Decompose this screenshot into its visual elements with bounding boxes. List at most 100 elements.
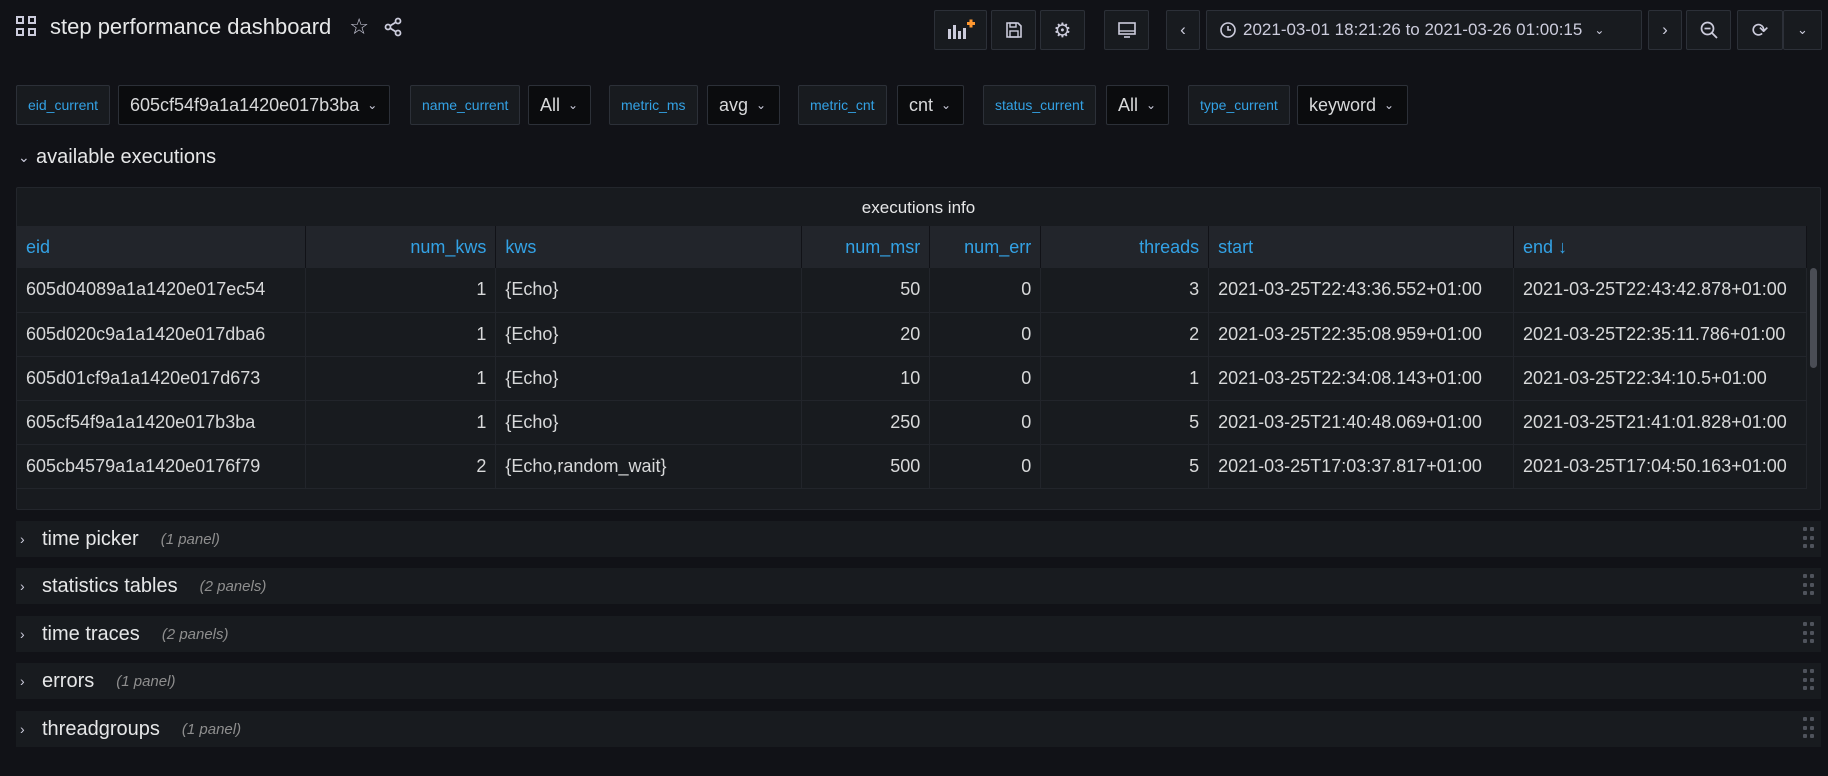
panel-title[interactable]: executions info <box>17 188 1820 226</box>
add-panel-icon <box>947 19 975 39</box>
column-header-num-kws[interactable]: num_kws <box>305 226 497 268</box>
column-header-kws[interactable]: kws <box>495 226 803 268</box>
cell-num-kws: 2 <box>305 444 497 489</box>
cell-end: 2021-03-25T22:43:42.878+01:00 <box>1513 268 1807 313</box>
cell-num-kws: 1 <box>305 268 497 313</box>
settings-button[interactable]: ⚙ <box>1040 10 1085 50</box>
row-title: errors <box>42 669 95 692</box>
column-header-start[interactable]: start <box>1208 226 1515 268</box>
cell-threads: 5 <box>1040 444 1210 489</box>
table-row: 605d04089a1a1420e017ec54 1 {Echo} 50 0 3… <box>17 268 1807 313</box>
variable-select-metric-cnt[interactable]: cnt ⌄ <box>897 85 964 125</box>
row-header-errors[interactable]: › errors (1 panel) <box>16 663 1821 699</box>
variable-select-name-current[interactable]: All ⌄ <box>528 85 591 125</box>
cell-start: 2021-03-25T22:34:08.143+01:00 <box>1208 356 1515 401</box>
chevron-right-icon: › <box>1662 20 1668 39</box>
time-shift-forward-button[interactable]: › <box>1648 10 1682 50</box>
row-title: time traces <box>42 622 140 645</box>
variable-select-type-current[interactable]: keyword ⌄ <box>1297 85 1408 125</box>
zoom-out-button[interactable] <box>1686 10 1731 50</box>
chevron-down-icon: ⌄ <box>1594 23 1605 37</box>
column-header-label: end <box>1523 236 1554 257</box>
variable-label-metric-cnt: metric_cnt <box>798 85 887 125</box>
gear-icon: ⚙ <box>1053 19 1072 42</box>
executions-info-panel: executions info eid num_kws kws num_msr … <box>16 187 1821 510</box>
time-picker-button[interactable]: 2021-03-01 18:21:26 to 2021-03-26 01:00:… <box>1206 10 1642 50</box>
variable-select-eid-current[interactable]: 605cf54f9a1a1420e017b3ba ⌄ <box>118 85 390 125</box>
row-header-time-traces[interactable]: › time traces (2 panels) <box>16 616 1821 652</box>
table-scrollbar[interactable] <box>1810 268 1817 368</box>
row-header-time-picker[interactable]: › time picker (1 panel) <box>16 521 1821 557</box>
save-button[interactable] <box>991 10 1036 50</box>
variable-label-name-current: name_current <box>410 85 521 125</box>
cell-num-kws: 1 <box>305 400 497 445</box>
cell-num-kws: 1 <box>305 312 497 357</box>
tv-icon <box>1117 22 1136 38</box>
cell-eid: 605d020c9a1a1420e017dba6 <box>17 312 307 357</box>
cell-num-msr: 10 <box>801 356 931 401</box>
cell-num-err: 0 <box>929 444 1042 489</box>
cell-end: 2021-03-25T22:34:10.5+01:00 <box>1513 356 1807 401</box>
dashboard-grid-icon[interactable] <box>16 16 38 38</box>
row-header-threadgroups[interactable]: › threadgroups (1 panel) <box>16 711 1821 747</box>
column-header-end[interactable]: end ↓ <box>1513 226 1807 268</box>
cell-num-msr: 20 <box>801 312 931 357</box>
variable-value: All <box>540 94 561 115</box>
variable-select-status-current[interactable]: All ⌄ <box>1106 85 1169 125</box>
column-header-num-msr[interactable]: num_msr <box>801 226 931 268</box>
row-panel-count: (2 panels) <box>161 625 229 643</box>
row-header-statistics-tables[interactable]: › statistics tables (2 panels) <box>16 568 1821 604</box>
zoom-out-icon <box>1700 21 1718 39</box>
cell-end: 2021-03-25T22:35:11.786+01:00 <box>1513 312 1807 357</box>
cell-num-err: 0 <box>929 268 1042 313</box>
top-navbar: step performance dashboard ☆ ⚙ ‹ 2021-03… <box>0 0 1828 60</box>
row-title: time picker <box>42 527 139 550</box>
row-title: available executions <box>36 146 217 168</box>
row-panel-count: (1 panel) <box>116 672 176 690</box>
chevron-down-icon: ⌄ <box>18 149 30 165</box>
cell-threads: 5 <box>1040 400 1210 445</box>
row-panel-count: (1 panel) <box>160 530 220 548</box>
cell-num-msr: 250 <box>801 400 931 445</box>
cell-threads: 3 <box>1040 268 1210 313</box>
variable-value: avg <box>719 94 749 115</box>
variable-value: All <box>1118 94 1139 115</box>
chevron-right-icon: › <box>20 626 25 642</box>
drag-handle-icon[interactable] <box>1803 669 1815 693</box>
variable-select-metric-ms[interactable]: avg ⌄ <box>707 85 780 125</box>
refresh-icon: ⟳ <box>1751 19 1769 42</box>
variable-value: cnt <box>909 94 934 115</box>
column-header-threads[interactable]: threads <box>1040 226 1210 268</box>
chevron-down-icon: ⌄ <box>568 98 579 112</box>
time-shift-back-button[interactable]: ‹ <box>1166 10 1200 50</box>
clock-icon <box>1220 22 1236 38</box>
chevron-down-icon: ⌄ <box>1384 98 1395 112</box>
refresh-button[interactable]: ⟳ <box>1737 10 1783 50</box>
cell-start: 2021-03-25T22:43:36.552+01:00 <box>1208 268 1515 313</box>
chevron-right-icon: › <box>20 531 25 547</box>
variable-label-metric-ms: metric_ms <box>609 85 698 125</box>
chevron-down-icon: ⌄ <box>941 98 952 112</box>
variable-value: 605cf54f9a1a1420e017b3ba <box>130 94 360 115</box>
drag-handle-icon[interactable] <box>1803 717 1815 741</box>
view-mode-button[interactable] <box>1104 10 1149 50</box>
cell-num-msr: 50 <box>801 268 931 313</box>
page-title[interactable]: step performance dashboard <box>50 14 331 40</box>
refresh-interval-dropdown[interactable]: ⌄ <box>1783 10 1822 50</box>
column-header-num-err[interactable]: num_err <box>929 226 1042 268</box>
drag-handle-icon[interactable] <box>1803 622 1815 646</box>
table-row: 605d020c9a1a1420e017dba6 1 {Echo} 20 0 2… <box>17 312 1807 357</box>
drag-handle-icon[interactable] <box>1803 527 1815 551</box>
column-header-eid[interactable]: eid <box>17 226 307 268</box>
drag-handle-icon[interactable] <box>1803 574 1815 598</box>
cell-start: 2021-03-25T17:03:37.817+01:00 <box>1208 444 1515 489</box>
star-icon[interactable]: ☆ <box>349 14 369 40</box>
cell-kws: {Echo} <box>495 268 803 313</box>
chevron-left-icon: ‹ <box>1180 20 1186 39</box>
row-title: statistics tables <box>42 574 178 597</box>
add-panel-button[interactable] <box>934 10 987 50</box>
variable-label-type-current: type_current <box>1188 85 1290 125</box>
share-icon[interactable] <box>383 17 403 37</box>
row-header-available-executions[interactable]: ⌄ available executions <box>18 146 216 169</box>
chevron-down-icon: ⌄ <box>1146 98 1157 112</box>
